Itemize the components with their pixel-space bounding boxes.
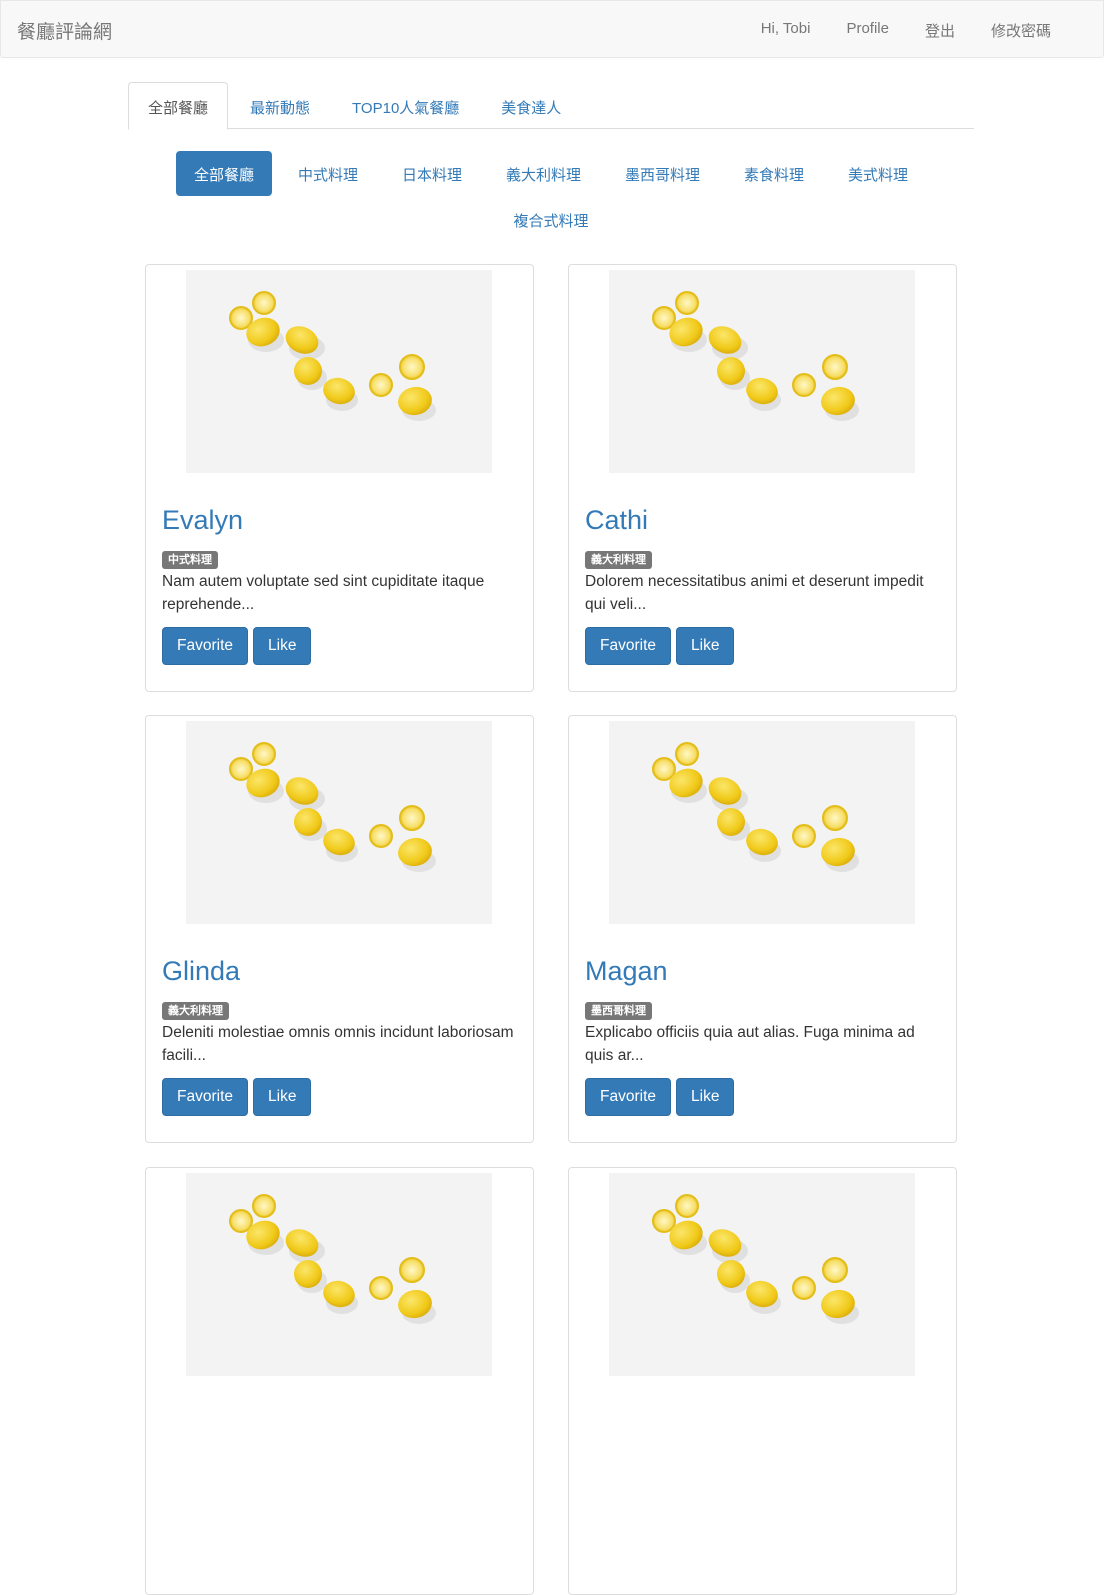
category-pill-american[interactable]: 美式料理 [830, 151, 926, 196]
restaurant-name[interactable]: Magan [585, 956, 668, 987]
restaurant-image[interactable] [186, 270, 492, 473]
tab-top10[interactable]: TOP10人氣餐廳 [332, 82, 479, 129]
like-button[interactable]: Like [676, 1078, 735, 1116]
nav-logout-link[interactable]: 登出 [907, 1, 973, 59]
restaurant-card [568, 1167, 957, 1595]
restaurant-image[interactable] [186, 1173, 492, 1376]
favorite-button[interactable]: Favorite [162, 1078, 248, 1116]
restaurant-card: Magan 墨西哥料理 Explicabo officiis quia aut … [568, 715, 957, 1143]
main-tabs: 全部餐廳 最新動態 TOP10人氣餐廳 美食達人 [128, 82, 974, 130]
favorite-button[interactable]: Favorite [585, 1078, 671, 1116]
restaurant-name[interactable]: Glinda [162, 956, 240, 987]
category-pill-italian[interactable]: 義大利料理 [488, 151, 599, 196]
category-pill-fusion[interactable]: 複合式料理 [495, 197, 606, 242]
tab-top-users[interactable]: 美食達人 [481, 82, 581, 129]
like-button[interactable]: Like [676, 627, 735, 665]
restaurant-name[interactable]: Cathi [585, 505, 648, 536]
restaurant-name[interactable]: Evalyn [162, 505, 243, 536]
restaurant-card: Cathi 義大利料理 Dolorem necessitatibus animi… [568, 264, 957, 692]
category-pill-chinese[interactable]: 中式料理 [280, 151, 376, 196]
brand-title[interactable]: 餐廳評論網 [17, 17, 112, 44]
restaurant-image[interactable] [609, 721, 915, 924]
restaurant-card: Evalyn 中式料理 Nam autem voluptate sed sint… [145, 264, 534, 692]
restaurant-description: Explicabo officiis quia aut alias. Fuga … [585, 1024, 915, 1064]
category-pills: 全部餐廳 中式料理 日本料理 義大利料理 墨西哥料理 素食料理 美式料理 複合式… [128, 151, 974, 242]
nav-profile-link[interactable]: Profile [828, 1, 907, 59]
restaurant-description: Dolorem necessitatibus animi et deserunt… [585, 573, 924, 613]
category-badge: 墨西哥料理 [585, 1002, 652, 1020]
tab-latest-feeds[interactable]: 最新動態 [230, 82, 330, 129]
restaurant-description: Deleniti molestiae omnis omnis incidunt … [162, 1024, 514, 1064]
restaurant-image[interactable] [186, 721, 492, 924]
nav-greeting-link[interactable]: Hi, Tobi [743, 1, 829, 59]
restaurant-card: Glinda 義大利料理 Deleniti molestiae omnis om… [145, 715, 534, 1143]
like-button[interactable]: Like [253, 1078, 312, 1116]
category-badge: 義大利料理 [162, 1002, 229, 1020]
restaurant-card [145, 1167, 534, 1595]
navbar-links: Hi, Tobi Profile 登出 修改密碼 [743, 1, 1103, 59]
restaurant-image[interactable] [609, 1173, 915, 1376]
like-button[interactable]: Like [253, 627, 312, 665]
category-badge: 中式料理 [162, 551, 218, 569]
category-pill-mexican[interactable]: 墨西哥料理 [607, 151, 718, 196]
top-navbar: 餐廳評論網 Hi, Tobi Profile 登出 修改密碼 [0, 0, 1104, 58]
category-badge: 義大利料理 [585, 551, 652, 569]
favorite-button[interactable]: Favorite [162, 627, 248, 665]
favorite-button[interactable]: Favorite [585, 627, 671, 665]
restaurant-description: Nam autem voluptate sed sint cupiditate … [162, 573, 485, 613]
restaurant-image[interactable] [609, 270, 915, 473]
category-pill-vegetarian[interactable]: 素食料理 [726, 151, 822, 196]
category-pill-japanese[interactable]: 日本料理 [384, 151, 480, 196]
tab-all-restaurants[interactable]: 全部餐廳 [128, 82, 229, 130]
nav-change-password-link[interactable]: 修改密碼 [973, 1, 1103, 59]
category-pill-all[interactable]: 全部餐廳 [175, 151, 272, 196]
